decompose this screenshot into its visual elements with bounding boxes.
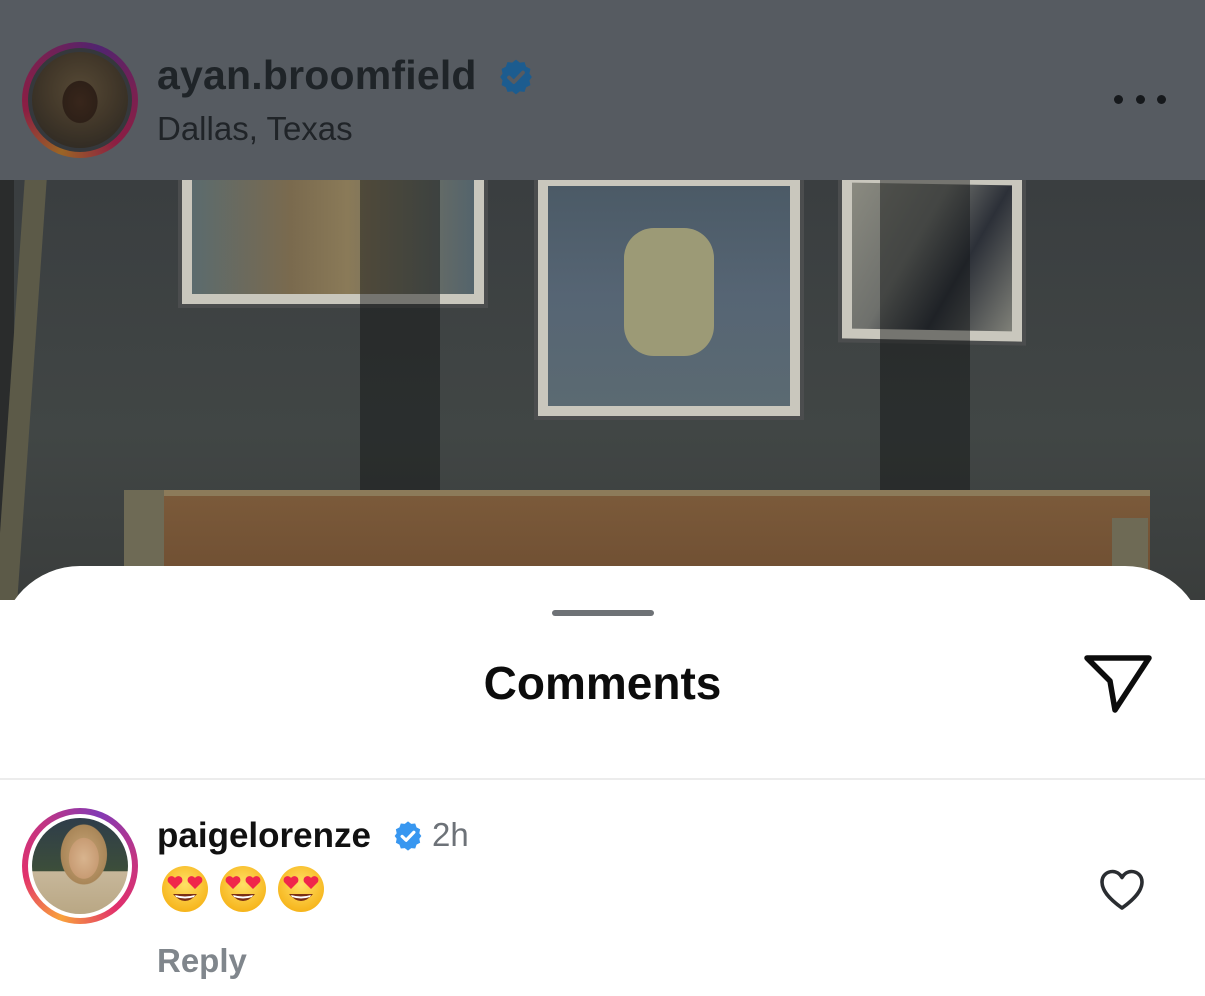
paper-plane-icon[interactable] (1082, 652, 1154, 716)
verified-badge-icon (394, 821, 422, 851)
post-author-username[interactable]: ayan.broomfield (157, 52, 477, 99)
post-photo (0, 180, 1205, 600)
reply-button[interactable]: Reply (157, 942, 247, 980)
post-author-avatar[interactable] (22, 42, 138, 158)
more-options-icon[interactable] (1114, 92, 1166, 106)
comment-timestamp: 2h (432, 816, 469, 853)
photo-artwork-center (538, 180, 800, 416)
heart-eyes-emoji-icon (220, 866, 266, 912)
sheet-drag-handle[interactable] (552, 610, 654, 616)
comments-sheet: Comments paigelorenze 2h Reply (0, 566, 1205, 996)
comment-text (160, 864, 326, 918)
commenter-avatar[interactable] (22, 808, 138, 924)
heart-outline-icon[interactable] (1098, 868, 1146, 912)
commenter-username[interactable]: paigelorenze (157, 816, 371, 856)
post-header: ayan.broomfield Dallas, Texas (0, 0, 1205, 180)
verified-badge-icon (500, 59, 532, 95)
heart-eyes-emoji-icon (162, 866, 208, 912)
comments-title: Comments (483, 657, 722, 709)
header-divider (0, 778, 1205, 780)
post-location[interactable]: Dallas, Texas (157, 110, 353, 148)
heart-eyes-emoji-icon (278, 866, 324, 912)
